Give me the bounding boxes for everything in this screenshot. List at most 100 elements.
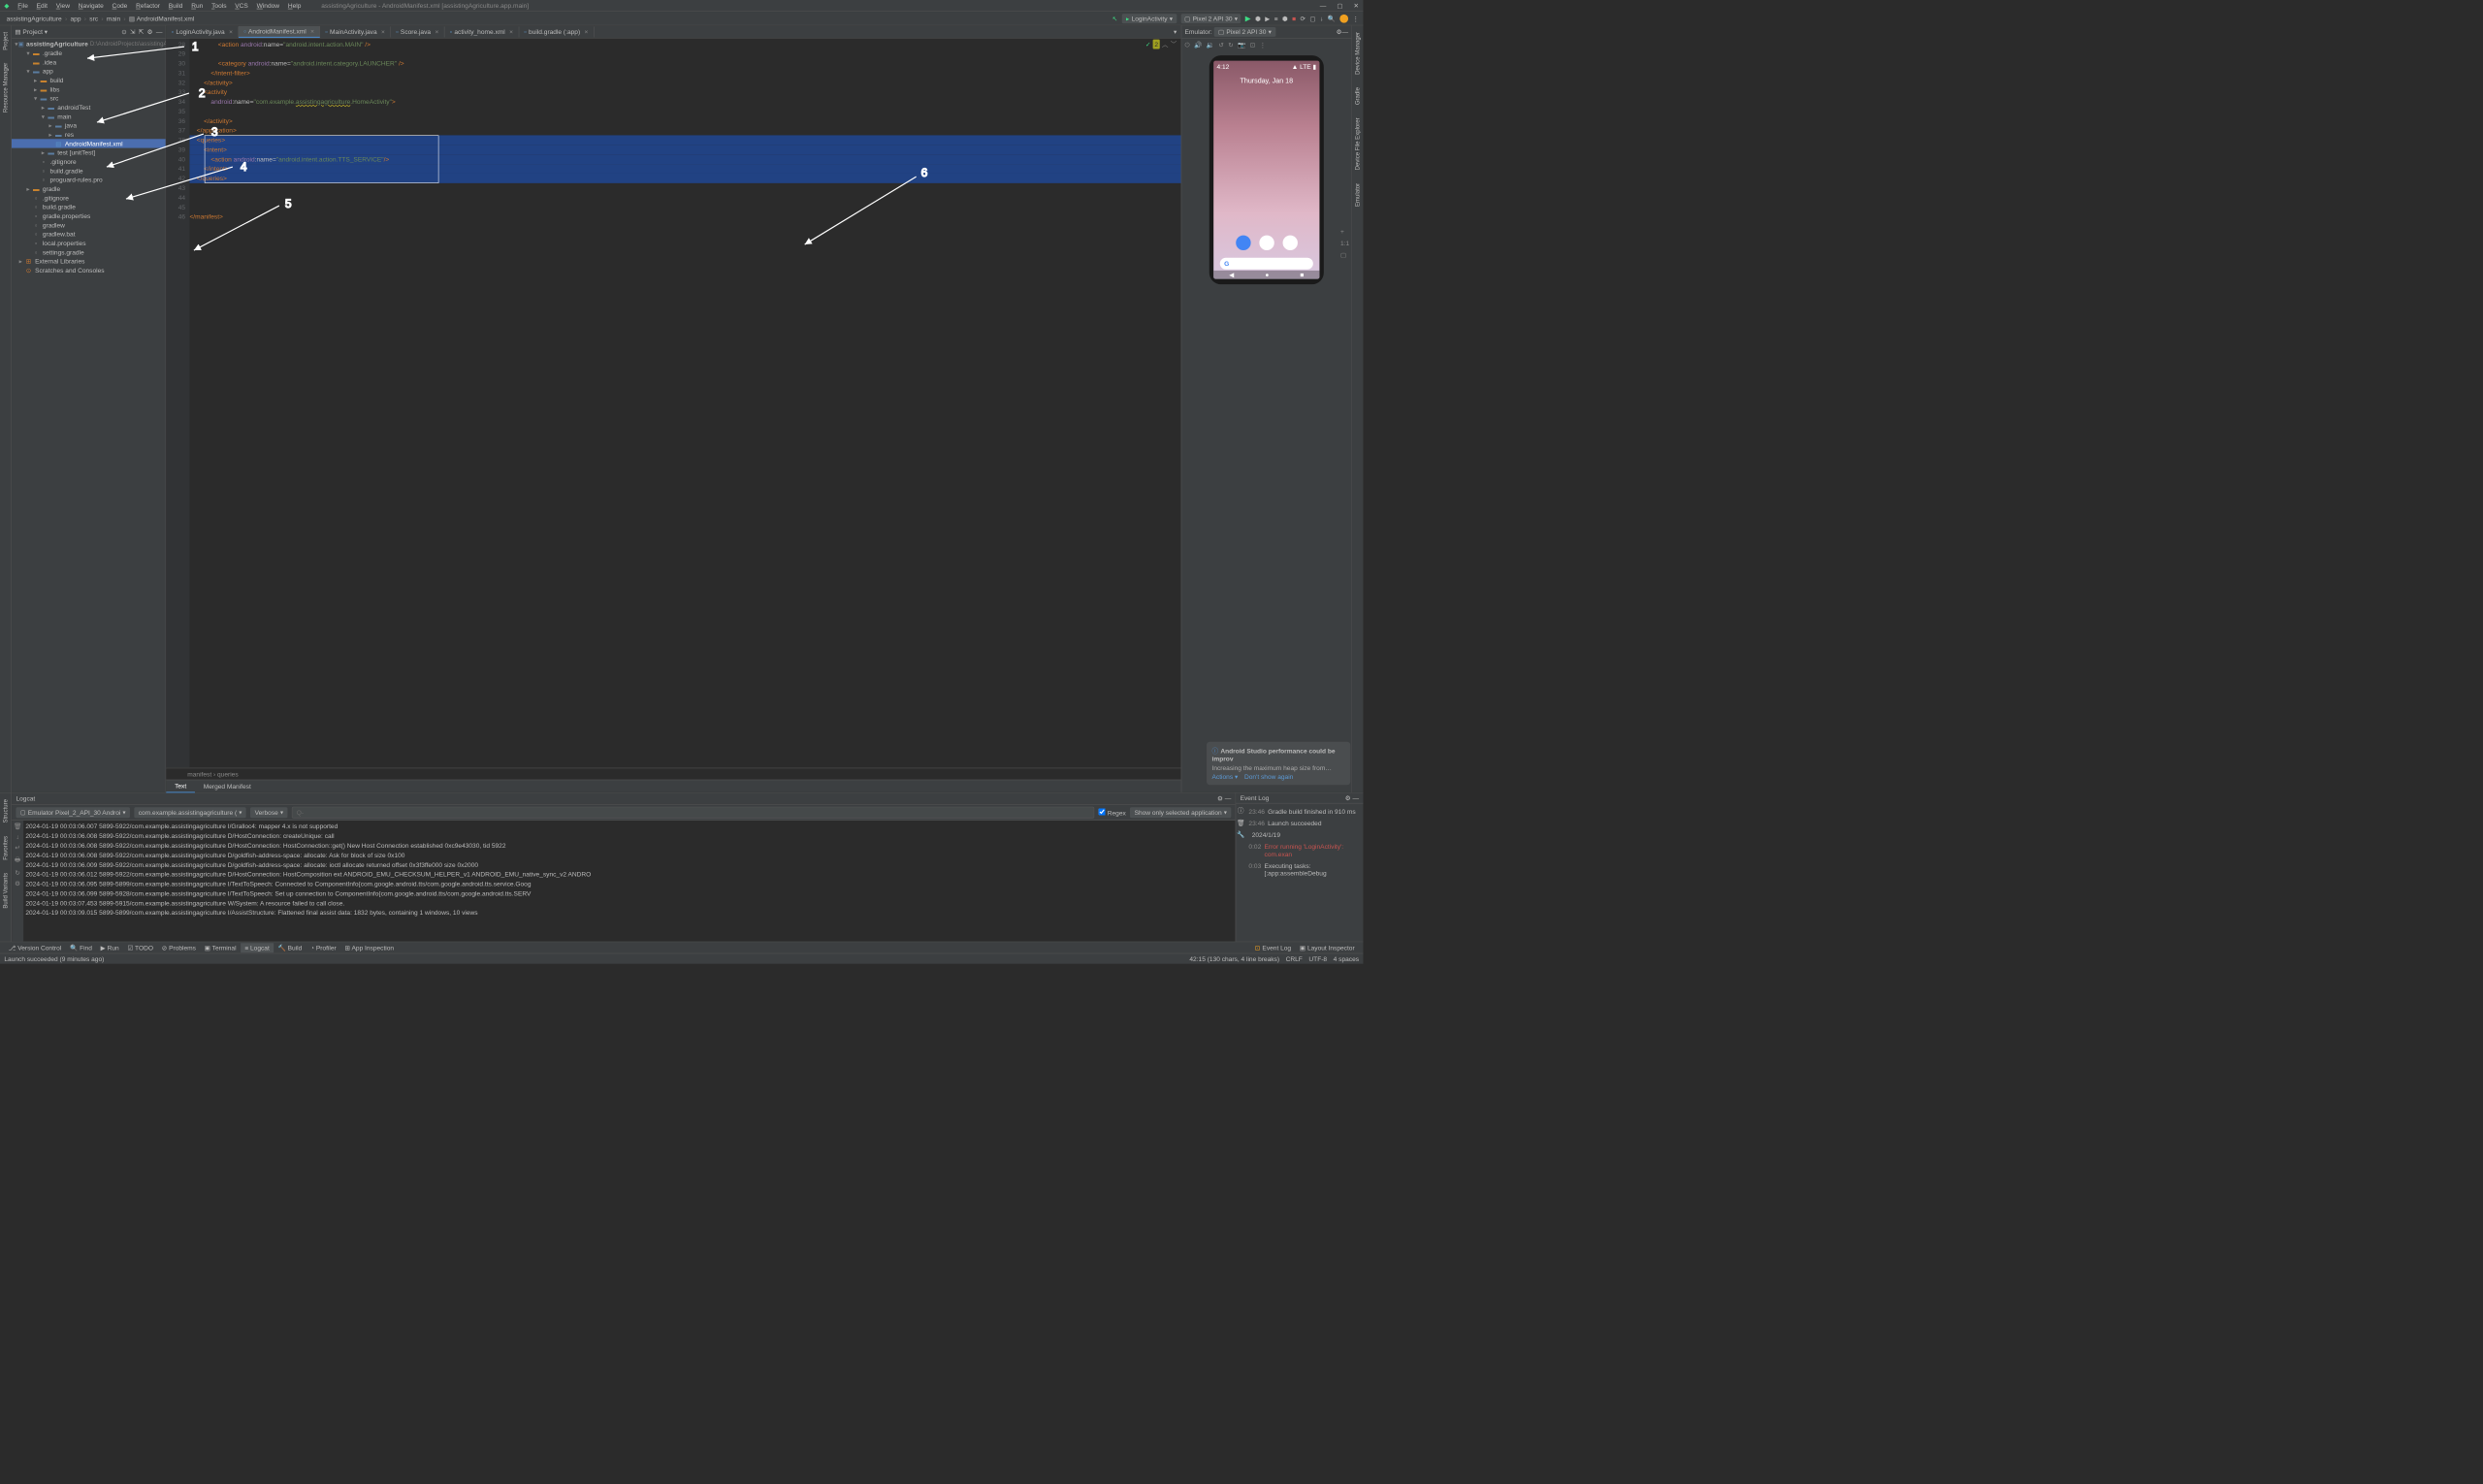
tree-root[interactable]: ▾▣assistingAgricultureD:\AndroidProjects…: [12, 40, 166, 48]
volume-up-icon[interactable]: 🔊: [1194, 41, 1202, 48]
zoom-icon[interactable]: ⊡: [1250, 41, 1256, 48]
wrench-icon[interactable]: 🔧: [1237, 831, 1244, 839]
debug-button[interactable]: ⬢: [1255, 15, 1261, 22]
close-tab-icon[interactable]: ×: [585, 28, 589, 36]
stop-button[interactable]: ■: [1292, 15, 1296, 22]
tab-AndroidManifest.xml[interactable]: ▫AndroidManifest.xml×: [239, 26, 320, 38]
device-dropdown[interactable]: ▢ Pixel 2 API 30 ▾: [1181, 14, 1242, 23]
rotate-right-icon[interactable]: ↻: [1228, 41, 1234, 48]
tree-node-main[interactable]: ▾▬main: [12, 112, 166, 120]
tab-LoginActivity.java[interactable]: ▫LoginActivity.java×: [166, 26, 239, 37]
tool-Profiler[interactable]: ◔ Profiler: [306, 943, 340, 952]
project-tab[interactable]: Project: [1, 28, 10, 55]
tab-build.gradle (:app)[interactable]: ▫build.gradle (:app)×: [519, 26, 594, 37]
tabs-dropdown-icon[interactable]: ▾: [1170, 28, 1181, 36]
menu-file[interactable]: File: [14, 1, 32, 11]
gradle-tab[interactable]: Gradle: [1353, 83, 1362, 110]
soft-wrap-icon[interactable]: ↵: [15, 844, 20, 852]
actions-link[interactable]: Actions ▾: [1212, 773, 1239, 781]
menu-edit[interactable]: Edit: [32, 1, 51, 11]
rotate-left-icon[interactable]: ↺: [1218, 41, 1224, 48]
encoding[interactable]: UTF-8: [1308, 955, 1327, 963]
power-icon[interactable]: ⏻: [1185, 41, 1190, 48]
tree-node-.idea[interactable]: ▬.idea: [12, 57, 166, 66]
attach-debugger-icon[interactable]: ⬢: [1282, 15, 1288, 22]
menu-build[interactable]: Build: [164, 1, 186, 11]
zoom-in-icon[interactable]: +: [1340, 228, 1349, 236]
avd-button[interactable]: ▢: [1309, 15, 1315, 22]
more-icon[interactable]: ⋮: [1352, 15, 1359, 22]
project-view-selector[interactable]: ▤ Project ▾: [15, 28, 48, 36]
tool-Version Control[interactable]: ⎇ Version Control: [4, 943, 65, 952]
close-tab-icon[interactable]: ×: [435, 28, 438, 36]
tree-node-androidTest[interactable]: ▸▬androidTest: [12, 103, 166, 112]
breadcrumb-0[interactable]: assistingAgriculture: [4, 15, 64, 22]
tab-Score.java[interactable]: ▫Score.java×: [391, 26, 444, 37]
tree-node-.gitignore[interactable]: ▫.gitignore: [12, 193, 166, 202]
zoom-out-icon[interactable]: ▢: [1340, 251, 1349, 259]
sync-button[interactable]: ⟳: [1300, 15, 1306, 22]
tree-node-build.gradle[interactable]: ▫build.gradle: [12, 203, 166, 211]
maximize-icon[interactable]: ▢: [1337, 2, 1342, 10]
tool-Build[interactable]: 🔨 Build: [274, 943, 306, 952]
logcat-process-dropdown[interactable]: com.example.assistingagriculture ( ▾: [134, 807, 245, 818]
chrome-icon[interactable]: [1282, 236, 1297, 250]
zoom-fit-icon[interactable]: 1:1: [1340, 240, 1349, 247]
tool-Terminal[interactable]: ▣ Terminal: [200, 943, 241, 952]
build-variants-tab[interactable]: Build Variants: [1, 868, 10, 913]
prev-highlight-icon[interactable]: ︿: [1162, 40, 1169, 49]
device-file-explorer-tab[interactable]: Device File Explorer: [1353, 113, 1362, 175]
tree-node-java[interactable]: ▸▬java: [12, 121, 166, 130]
tool-TODO[interactable]: ☑ TODO: [123, 943, 157, 952]
favorites-tab[interactable]: Favorites: [1, 831, 10, 864]
logcat-settings-icon[interactable]: ⚙ —: [1217, 794, 1231, 802]
logcat-device-dropdown[interactable]: ▢ Emulator Pixel_2_API_30 Androi ▾: [16, 807, 130, 818]
caret-position[interactable]: 42:15 (130 chars, 4 line breaks): [1189, 955, 1279, 963]
tool-Problems[interactable]: ⊘ Problems: [157, 943, 200, 952]
tree-node-Scratches and Consoles[interactable]: ⊙Scratches and Consoles: [12, 266, 166, 274]
next-highlight-icon[interactable]: ﹀: [1171, 40, 1177, 49]
merged-manifest-tab[interactable]: Merged Manifest: [195, 781, 260, 792]
tree-node-.gitignore[interactable]: ▫.gitignore: [12, 157, 166, 166]
menu-vcs[interactable]: VCS: [231, 1, 252, 11]
expand-all-icon[interactable]: ⇲: [130, 28, 136, 36]
text-tab[interactable]: Text: [166, 780, 195, 792]
coverage-button[interactable]: ▶: [1265, 15, 1270, 22]
restart-icon[interactable]: ↻: [15, 869, 20, 877]
breadcrumb-1[interactable]: app: [68, 15, 82, 22]
menu-run[interactable]: Run: [187, 1, 208, 11]
clear-events-icon[interactable]: 🗑: [1237, 820, 1244, 827]
screenshot-icon[interactable]: 📷: [1238, 41, 1245, 48]
logcat-search-input[interactable]: Q-: [292, 806, 1095, 818]
device-manager-tab[interactable]: Device Manager: [1353, 28, 1362, 80]
profile-button[interactable]: ≡: [1274, 15, 1278, 22]
code-editor[interactable]: <action android:name="android.intent.act…: [189, 39, 1180, 768]
indent[interactable]: 4 spaces: [1334, 955, 1359, 963]
breadcrumb-2[interactable]: src: [87, 15, 100, 22]
tree-node-.gradle[interactable]: ▾▬.gradle: [12, 48, 166, 57]
run-config-dropdown[interactable]: ▸LoginActivity ▾: [1122, 14, 1177, 23]
messages-app-icon[interactable]: [1236, 236, 1250, 250]
search-icon[interactable]: 🔍: [1328, 15, 1336, 22]
settings-icon[interactable]: ⚙: [147, 28, 153, 36]
minimize-icon[interactable]: —: [1320, 2, 1327, 10]
project-tree[interactable]: ▾▣assistingAgricultureD:\AndroidProjects…: [12, 39, 166, 792]
line-separator[interactable]: CRLF: [1286, 955, 1303, 963]
tree-node-local.properties[interactable]: ▫local.properties: [12, 239, 166, 247]
back-nav-icon[interactable]: ◀: [1229, 271, 1234, 278]
tree-node-AndroidManifest.xml[interactable]: ▤AndroidManifest.xml: [12, 139, 166, 147]
menu-refactor[interactable]: Refactor: [132, 1, 165, 11]
breadcrumb-4[interactable]: ▤ AndroidManifest.xml: [127, 15, 197, 22]
google-search-bar[interactable]: G: [1220, 258, 1313, 270]
tree-node-test [unitTest][interactable]: ▸▬test [unitTest]: [12, 148, 166, 157]
home-nav-icon[interactable]: ●: [1265, 271, 1269, 278]
settings-icon[interactable]: ⚙: [15, 880, 20, 887]
breadcrumb-3[interactable]: main: [105, 15, 123, 22]
recents-nav-icon[interactable]: ■: [1300, 271, 1304, 278]
resource-manager-tab[interactable]: Resource Manager: [1, 59, 10, 117]
eventlog-settings-icon[interactable]: ⚙ —: [1345, 794, 1359, 802]
tree-node-External Libraries[interactable]: ▸⊞External Libraries: [12, 257, 166, 266]
eventlog-list[interactable]: 23:46Gradle build finished in 910 ms23:4…: [1245, 804, 1363, 942]
tool-Layout Inspector[interactable]: ▣ Layout Inspector: [1295, 943, 1359, 952]
back-icon[interactable]: ↖: [1113, 15, 1118, 22]
